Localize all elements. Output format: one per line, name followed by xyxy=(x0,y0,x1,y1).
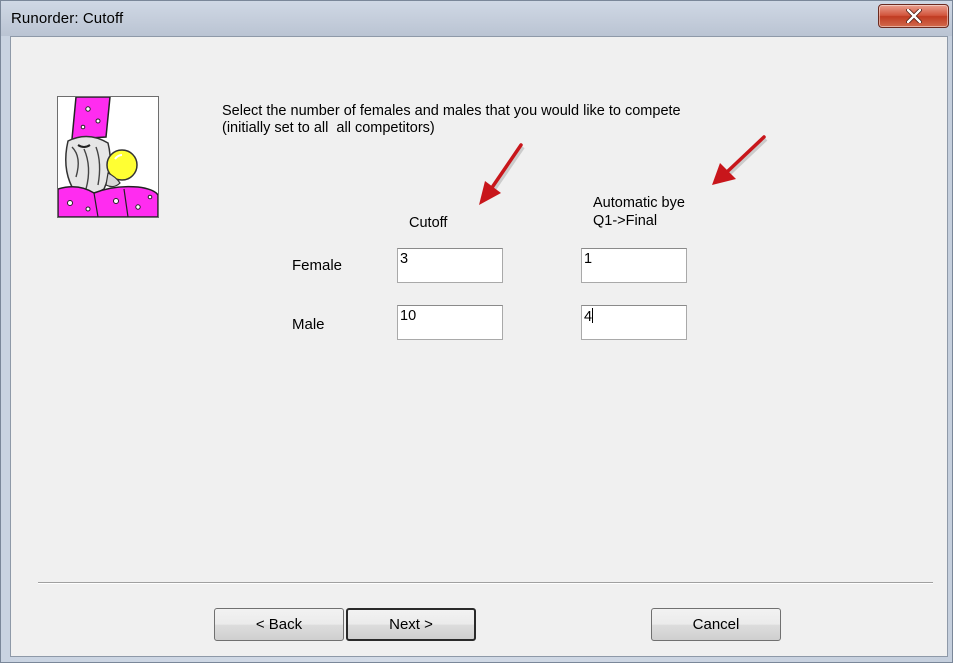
female-bye-input[interactable]: 1 xyxy=(581,248,687,283)
next-button[interactable]: Next > xyxy=(346,608,476,641)
close-button[interactable] xyxy=(878,4,949,28)
male-label: Male xyxy=(292,316,325,333)
bye-header-line-2: Q1->Final xyxy=(593,213,658,229)
dialog-window: Runorder: Cutoff Select the number of fe… xyxy=(0,0,953,663)
separator xyxy=(38,582,933,584)
female-bye-value: 1 xyxy=(584,251,593,267)
close-icon xyxy=(905,9,922,23)
annotation-arrow-icon xyxy=(712,135,768,185)
back-button-label: < Back xyxy=(255,616,303,633)
back-button[interactable]: < Back xyxy=(214,608,344,641)
dialog-content: Select the number of females and males t… xyxy=(10,36,948,657)
instruction-line-2: (initially set to all all competitors) xyxy=(222,120,435,136)
female-label: Female xyxy=(292,257,343,274)
cutoff-column-header: Cutoff xyxy=(409,215,448,231)
annotation-arrow-icon xyxy=(479,143,525,205)
male-bye-input[interactable]: 4 xyxy=(581,305,687,340)
cancel-button[interactable]: Cancel xyxy=(651,608,781,641)
female-cutoff-value: 3 xyxy=(400,251,409,267)
female-cutoff-input[interactable]: 3 xyxy=(397,248,503,283)
next-button-label: Next > xyxy=(389,616,433,633)
cancel-button-label: Cancel xyxy=(692,616,740,633)
wizard-image xyxy=(57,96,159,218)
bye-header-line-1: Automatic bye xyxy=(593,195,685,211)
title-bar[interactable]: Runorder: Cutoff xyxy=(1,1,952,36)
instruction-text: Select the number of females and males t… xyxy=(222,103,681,137)
window-title: Runorder: Cutoff xyxy=(11,10,124,27)
male-bye-value: 4 xyxy=(584,309,593,325)
instruction-line-1: Select the number of females and males t… xyxy=(222,103,681,119)
male-cutoff-input[interactable]: 10 xyxy=(397,305,503,340)
male-cutoff-value: 10 xyxy=(400,308,417,324)
text-caret xyxy=(592,308,594,323)
bye-column-header: Automatic bye Q1->Final xyxy=(593,194,685,230)
